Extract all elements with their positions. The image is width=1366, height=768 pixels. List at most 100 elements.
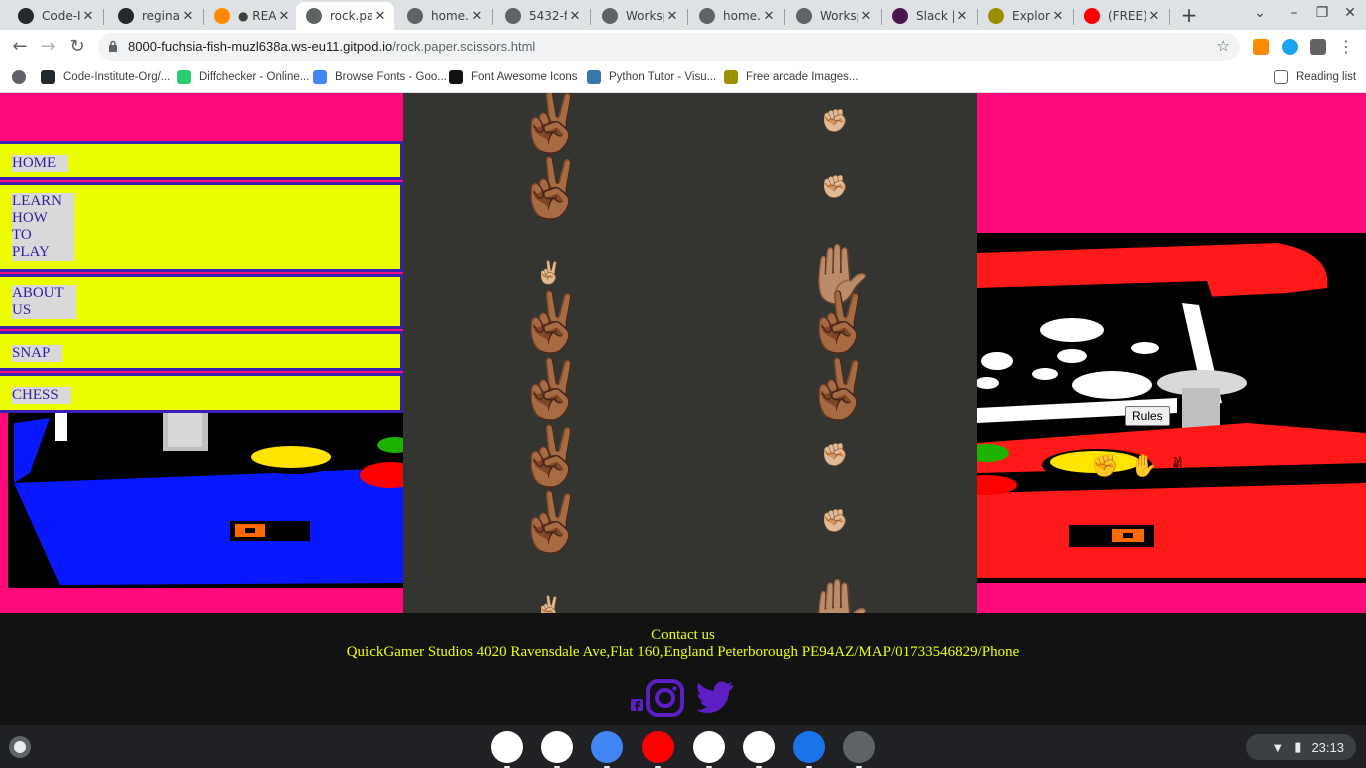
chrome-app-icon[interactable] [491, 731, 523, 768]
tab-9[interactable]: Slack | ✕ [882, 2, 976, 30]
tab-8[interactable]: Worksp✕ [786, 2, 880, 30]
explore-icon [988, 8, 1004, 24]
nav-item-about[interactable]: ABOUT US [0, 274, 403, 329]
tab-7[interactable]: home.ht✕ [689, 2, 783, 30]
nav-item-label: LEARN HOW TO PLAY [12, 193, 74, 261]
close-tab-icon[interactable]: ✕ [1146, 9, 1162, 24]
nav-item-home[interactable]: HOME [0, 141, 403, 180]
close-tab-icon[interactable]: ✕ [664, 9, 680, 24]
rules-button[interactable]: Rules [1125, 406, 1170, 426]
launcher-button[interactable] [9, 736, 31, 758]
contact-address: QuickGamer Studios 4020 Ravensdale Ave,F… [346, 644, 1020, 660]
tab-label: reginaldc [142, 9, 180, 23]
tab-strip: Code-Ins✕reginaldc✕● README✕rock.pap✕hom… [0, 0, 1366, 30]
tab-separator [1169, 9, 1170, 25]
bookmark-label: Font Awesome Icons [471, 71, 578, 83]
nav-item-chess[interactable]: CHESS [0, 373, 403, 413]
close-tab-icon[interactable]: ✕ [858, 9, 874, 24]
play-store-app-icon[interactable] [693, 731, 725, 768]
nav-item-snap[interactable]: SNAP [0, 331, 403, 371]
reading-list-button[interactable]: Reading list [1274, 70, 1356, 84]
slack-icon [892, 8, 908, 24]
tab-3[interactable]: rock.pap✕ [296, 2, 394, 30]
bookmark-label: Free arcade Images... [746, 71, 859, 83]
new-tab-button[interactable]: + [1178, 4, 1200, 26]
close-tab-icon[interactable]: ✕ [372, 9, 388, 24]
gitpod-extension-icon[interactable] [1253, 39, 1269, 55]
slides-app-icon[interactable] [743, 731, 775, 768]
tab-5[interactable]: 5432-fu✕ [495, 2, 589, 30]
bookmark-label: Diffchecker - Online... [199, 71, 310, 83]
status-tray[interactable]: ▼ ▮ 23:13 [1246, 734, 1356, 760]
menu-kebab-icon[interactable]: ⋮ [1334, 35, 1358, 59]
gmail-app-icon[interactable] [541, 731, 573, 768]
bookmark-item[interactable]: Font Awesome Icons [449, 70, 578, 84]
google-fonts-icon [313, 70, 327, 84]
skype-extension-icon[interactable] [1282, 39, 1298, 55]
tab-separator [103, 9, 104, 25]
facebook-icon[interactable] [631, 699, 643, 711]
reload-icon[interactable]: ↻ [65, 35, 89, 59]
close-tab-icon[interactable]: ✕ [954, 9, 970, 24]
contact-heading: Contact us [651, 627, 715, 643]
left-hand-2: ✌🏼 [535, 261, 563, 286]
tab-11[interactable]: (FREE) ✕ [1074, 2, 1168, 30]
close-tab-icon[interactable]: ✕ [80, 9, 96, 24]
os-shelf: ▼ ▮ 23:13 [0, 725, 1366, 768]
tab-1[interactable]: reginaldc✕ [108, 2, 202, 30]
nav-item-learn[interactable]: LEARN HOW TO PLAY [0, 182, 403, 272]
bookmark-item[interactable]: Browse Fonts - Goo... [313, 70, 447, 84]
right-hand-3: ✌🏾 [803, 288, 876, 356]
close-tab-icon[interactable]: ✕ [180, 9, 196, 24]
tab-6[interactable]: Worksp✕ [592, 2, 686, 30]
paper-choice-button[interactable]: ✋ [1130, 456, 1157, 478]
tab-2[interactable]: ● README✕ [204, 2, 298, 30]
github-icon [118, 8, 134, 24]
bookmark-item[interactable]: Python Tutor - Visu... [587, 70, 716, 84]
battery-icon: ▮ [1294, 739, 1302, 754]
gitpod-icon [214, 8, 230, 24]
tab-label: rock.pap [330, 9, 372, 23]
bookmark-item[interactable]: Diffchecker - Online... [177, 70, 309, 84]
close-tab-icon[interactable]: ✕ [469, 9, 485, 24]
tab-separator [687, 9, 688, 25]
tab-4[interactable]: home.ht✕ [397, 2, 491, 30]
left-hand-5: ✌🏾 [515, 422, 588, 490]
close-tab-icon[interactable]: ✕ [761, 9, 777, 24]
tab-search-icon[interactable]: ⌄ [1250, 5, 1270, 21]
globe-icon [602, 8, 618, 24]
rock-choice-button[interactable]: ✊ [1091, 456, 1118, 478]
close-window-icon[interactable]: ✕ [1340, 5, 1360, 21]
forward-icon[interactable]: → [36, 35, 60, 59]
back-icon[interactable]: ← [8, 35, 32, 59]
docs-app-icon[interactable] [591, 731, 623, 768]
address-bar[interactable]: 8000-fuchsia-fish-muzl638a.ws-eu11.gitpo… [98, 33, 1240, 61]
bookmark-item[interactable]: Code-Institute-Org/... [41, 70, 170, 84]
minimize-icon[interactable]: – [1284, 5, 1304, 21]
files-app-icon[interactable] [793, 731, 825, 768]
scissors-choice-button[interactable]: ✌ [1169, 456, 1187, 478]
settings-app-icon[interactable] [843, 731, 875, 768]
arcade-machine-left-image [8, 413, 403, 588]
right-hand-5: ✊🏼 [821, 443, 849, 468]
close-tab-icon[interactable]: ✕ [567, 9, 583, 24]
apps-globe-icon[interactable] [12, 70, 34, 84]
extensions-puzzle-icon[interactable] [1310, 39, 1326, 55]
tab-10[interactable]: Explore✕ [978, 2, 1072, 30]
tab-separator [590, 9, 591, 25]
bookmark-star-icon[interactable]: ☆ [1217, 37, 1230, 55]
youtube-app-icon[interactable] [642, 731, 674, 768]
twitter-icon[interactable] [696, 681, 734, 713]
bookmark-item[interactable]: Free arcade Images... [724, 70, 859, 84]
close-tab-icon[interactable]: ✕ [1050, 9, 1066, 24]
tab-0[interactable]: Code-Ins✕ [8, 2, 102, 30]
right-hand-0: ✊🏼 [821, 109, 849, 134]
instagram-icon[interactable] [646, 679, 684, 717]
diffchecker-icon [177, 70, 191, 84]
explore-icon [724, 70, 738, 84]
tab-separator [784, 9, 785, 25]
close-tab-icon[interactable]: ✕ [276, 9, 292, 24]
tab-label: 5432-fu [529, 9, 567, 23]
url-text: 8000-fuchsia-fish-muzl638a.ws-eu11.gitpo… [128, 39, 536, 54]
restore-icon[interactable]: ❐ [1312, 5, 1332, 21]
